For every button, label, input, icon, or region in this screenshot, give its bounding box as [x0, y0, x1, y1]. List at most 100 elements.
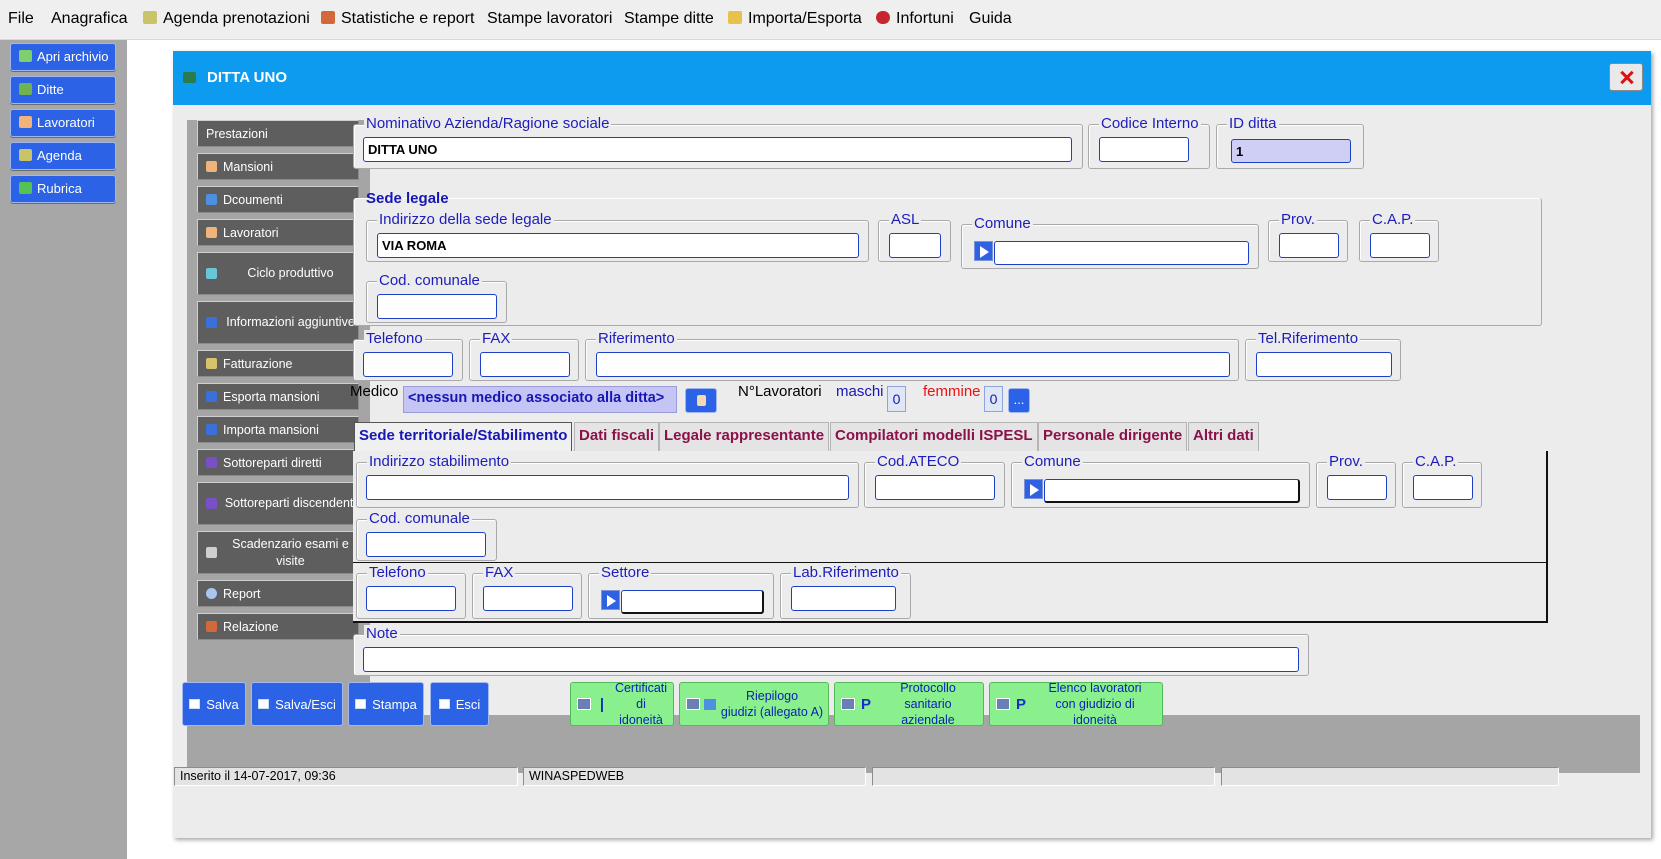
nav-relazione[interactable]: Relazione — [197, 613, 359, 640]
telefono-stabilimento-input[interactable] — [366, 586, 456, 611]
cap-stabilimento-label: C.A.P. — [1413, 453, 1459, 471]
riferimento-label: Riferimento — [596, 330, 677, 348]
salva-esci-button[interactable]: Salva/Esci — [251, 682, 343, 726]
cod-comunale-legale-input[interactable] — [377, 294, 497, 319]
sidebar-lavoratori[interactable]: Lavoratori — [10, 109, 116, 137]
riferimento-input[interactable] — [596, 352, 1230, 377]
menu-agenda-prenotazioni[interactable]: Agenda prenotazioni — [143, 10, 310, 28]
settore-picker[interactable] — [601, 590, 620, 610]
protocollo-sanitario-button[interactable]: P Protocollo sanitario aziendale — [834, 681, 984, 727]
select-medico-button[interactable] — [685, 388, 717, 413]
certificate-icon: | — [599, 695, 605, 713]
nav-informazioni-aggiuntive[interactable]: Informazioni aggiuntive — [197, 301, 359, 344]
salva-button[interactable]: Salva — [182, 682, 246, 726]
asl-input[interactable] — [889, 233, 941, 258]
sidebar-apri-archivio[interactable]: Apri archivio — [10, 43, 116, 71]
nav-importa-mansioni[interactable]: Importa mansioni — [197, 416, 359, 443]
document-icon — [704, 698, 716, 710]
note-input[interactable] — [363, 647, 1299, 672]
factory-icon — [19, 83, 32, 95]
menu-guida[interactable]: Guida — [969, 10, 1012, 28]
worker-icon — [206, 161, 217, 172]
comune-legale-input[interactable] — [994, 241, 1249, 265]
cod-comunale-stabilimento-input[interactable] — [366, 532, 486, 557]
lab-riferimento-input[interactable] — [791, 586, 896, 611]
nav-sottoreparti-diretti[interactable]: Sottoreparti diretti — [197, 449, 359, 476]
stampa-button[interactable]: Stampa — [348, 682, 424, 726]
indirizzo-stabilimento-input[interactable] — [366, 475, 849, 500]
menu-bar: File Anagrafica Agenda prenotazioni Stat… — [0, 0, 1661, 40]
tab-sede-territoriale[interactable]: Sede territoriale/Stabilimento — [354, 422, 573, 451]
status-empty-1 — [872, 767, 1215, 786]
comune-legale-picker[interactable] — [974, 241, 993, 261]
nav-lavoratori[interactable]: Lavoratori — [197, 219, 359, 246]
nominativo-group: Nominativo Azienda/Ragione sociale DITTA… — [353, 115, 1083, 169]
note-group: Note — [353, 625, 1309, 676]
id-ditta-group: ID ditta 1 — [1216, 115, 1364, 169]
nominativo-input[interactable]: DITTA UNO — [363, 137, 1072, 162]
tab-compilatori-ispesl[interactable]: Compilatori modelli ISPESL — [830, 422, 1038, 451]
settore-input[interactable] — [621, 590, 764, 614]
comune-legale-label: Comune — [972, 215, 1033, 233]
nav-prestazioni[interactable]: Prestazioni — [197, 120, 359, 147]
tel-riferimento-input[interactable] — [1256, 352, 1392, 377]
comune-stabilimento-picker[interactable] — [1024, 479, 1043, 499]
nav-esporta-mansioni[interactable]: Esporta mansioni — [197, 383, 359, 410]
lavoratori-more-button[interactable]: ... — [1008, 388, 1030, 413]
ateco-group: Cod.ATECO — [864, 453, 1005, 508]
gears-icon — [206, 268, 217, 279]
prov-stabilimento-input[interactable] — [1327, 475, 1387, 500]
comune-stabilimento-input[interactable] — [1044, 479, 1300, 503]
elenco-lavoratori-button[interactable]: P Elenco lavoratori con giudizio di idone… — [989, 681, 1163, 727]
hand-pointer-icon — [697, 395, 706, 406]
close-button[interactable] — [1609, 63, 1643, 91]
tab-legale-rappresentante[interactable]: Legale rappresentante — [659, 422, 830, 451]
telefono-input[interactable] — [363, 352, 453, 377]
menu-anagrafica[interactable]: Anagrafica — [51, 10, 128, 28]
ateco-input[interactable] — [875, 475, 995, 500]
menu-infortuni[interactable]: Infortuni — [876, 10, 954, 28]
cap-stabilimento-group: C.A.P. — [1402, 453, 1482, 508]
tab-altri-dati[interactable]: Altri dati — [1188, 422, 1259, 451]
cod-comunale-legale-group: Cod. comunale — [366, 272, 507, 323]
nav-mansioni[interactable]: Mansioni — [197, 153, 359, 180]
prov-legale-label: Prov. — [1279, 211, 1317, 229]
nominativo-label: Nominativo Azienda/Ragione sociale — [364, 115, 612, 133]
nav-fatturazione[interactable]: Fatturazione — [197, 350, 359, 377]
menu-file[interactable]: File — [8, 10, 34, 28]
menu-stampe-lavoratori[interactable]: Stampe lavoratori — [487, 10, 612, 28]
tab-dati-fiscali[interactable]: Dati fiscali — [574, 422, 660, 451]
nav-documenti[interactable]: Dcoumenti — [197, 186, 359, 213]
menu-importa-esporta[interactable]: Importa/Esporta — [728, 10, 862, 28]
indirizzo-legale-input[interactable]: VIA ROMA — [377, 233, 859, 258]
folder-icon — [19, 50, 32, 62]
sidebar-rubrica[interactable]: Rubrica — [10, 175, 116, 203]
fax-group: FAX — [469, 330, 579, 381]
nav-scadenzario[interactable]: Scadenzario esami e visite — [197, 531, 359, 574]
cap-stabilimento-input[interactable] — [1413, 475, 1473, 500]
nav-sottoreparti-discendenti[interactable]: Sottoreparti discendenti — [197, 482, 359, 525]
hierarchy-icon — [206, 457, 217, 468]
menu-stampe-ditte[interactable]: Stampe ditte — [624, 10, 714, 28]
status-inserito: Inserito il 14-07-2017, 09:36 — [174, 767, 518, 786]
prov-legale-input[interactable] — [1279, 233, 1339, 258]
cap-legale-input[interactable] — [1370, 233, 1430, 258]
riepilogo-giudizi-button[interactable]: Riepilogo giudizi (allegato A) — [679, 682, 829, 726]
settore-group: Settore — [588, 564, 774, 619]
fax-stabilimento-input[interactable] — [483, 586, 573, 611]
cod-comunale-stabilimento-label: Cod. comunale — [367, 510, 472, 528]
nav-report[interactable]: Report — [197, 580, 359, 607]
nav-ciclo-produttivo[interactable]: Ciclo produttivo — [197, 252, 359, 295]
codice-interno-input[interactable] — [1099, 137, 1189, 162]
section-nav: Prestazioni Mansioni Dcoumenti Lavorator… — [187, 120, 370, 715]
asl-group: ASL — [878, 211, 951, 262]
menu-statistiche[interactable]: Statistiche e report — [321, 10, 474, 28]
esci-button[interactable]: Esci — [430, 682, 489, 726]
sidebar-agenda[interactable]: Agenda — [10, 142, 116, 170]
telefono-group: Telefono — [353, 330, 463, 381]
sidebar-ditte[interactable]: Ditte — [10, 76, 116, 104]
arrow-right-icon — [206, 391, 217, 402]
fax-input[interactable] — [480, 352, 570, 377]
certificati-idoneita-button[interactable]: | Certificati di idoneità — [570, 681, 674, 727]
tab-personale-dirigente[interactable]: Personale dirigente — [1038, 422, 1188, 451]
